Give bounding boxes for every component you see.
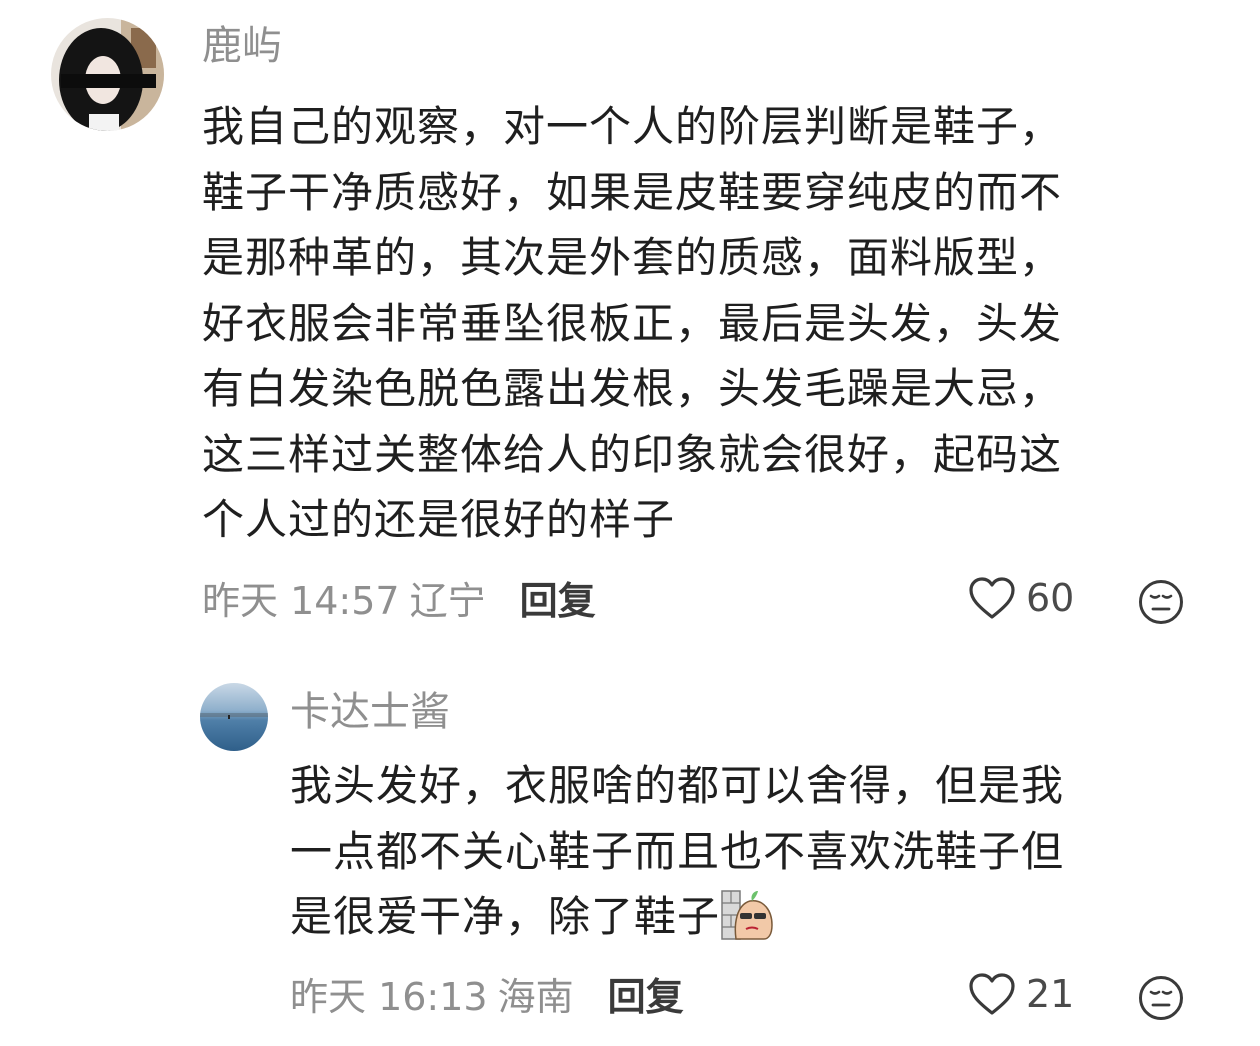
reply-button[interactable]: 回复 xyxy=(520,579,596,623)
comment-text: 我头发好，衣服啥的都可以舍得，但是我 一点都不关心鞋子而且也不喜欢洗鞋子但 是很… xyxy=(290,753,1064,950)
emoji-face-icon[interactable] xyxy=(1138,975,1184,1021)
comment-text-line: 一点都不关心鞋子而且也不喜欢洗鞋子但 xyxy=(290,826,1065,876)
heart-outline-icon xyxy=(968,972,1016,1016)
comment-text-line: 有白发染色脱色露出发根，头发毛躁是大忌， xyxy=(202,364,1063,413)
comment-text-line: 我头发好，衣服啥的都可以舍得，但是我 xyxy=(290,761,1065,810)
comment-text: 我自己的观察，对一个人的阶层判断是鞋子， 鞋子干净质感好，如果是皮鞋要穿纯皮的而… xyxy=(202,94,1062,553)
like-button[interactable]: 60 xyxy=(968,576,1074,620)
timestamp: 昨天 16:13 xyxy=(290,975,488,1019)
location: 海南 xyxy=(497,975,574,1019)
peanut-wall-sticker xyxy=(720,885,776,941)
comment-text-line: 是那种革的，其次是外套的质感，面料版型， xyxy=(202,233,1063,282)
reply-button[interactable]: 回复 xyxy=(608,975,684,1019)
comment-text-line: 鞋子干净质感好，如果是皮鞋要穿纯皮的而不 xyxy=(202,167,1063,217)
comment-text-line: 好衣服会非常垂坠很板正，最后是头发，头发 xyxy=(202,298,1063,348)
comment-text-line: 我自己的观察，对一个人的阶层判断是鞋子， xyxy=(202,102,1063,151)
username[interactable]: 卡达士酱 xyxy=(290,688,450,736)
emoji-face-icon[interactable] xyxy=(1138,579,1184,625)
like-button[interactable]: 21 xyxy=(968,972,1074,1016)
like-count: 21 xyxy=(1026,972,1075,1016)
location: 辽宁 xyxy=(409,579,486,623)
avatar[interactable] xyxy=(51,18,164,131)
timestamp: 昨天 14:57 xyxy=(202,579,400,623)
comment-meta: 昨天 14:57 辽宁 回复 xyxy=(202,578,596,624)
like-count: 60 xyxy=(1026,576,1075,620)
comment-text-line: 个人过的还是很好的样子 xyxy=(202,495,676,544)
comment-text-line: 这三样过关整体给人的印象就会很好，起码这 xyxy=(202,429,1063,479)
username[interactable]: 鹿屿 xyxy=(202,22,282,70)
avatar[interactable] xyxy=(200,683,268,751)
heart-outline-icon xyxy=(968,576,1016,620)
comment-meta: 昨天 16:13 海南 回复 xyxy=(290,974,684,1020)
comment-text-line: 是很爱干净，除了鞋子 xyxy=(290,884,1064,950)
comment-text-segment: 是很爱干净，除了鞋子 xyxy=(290,892,721,941)
